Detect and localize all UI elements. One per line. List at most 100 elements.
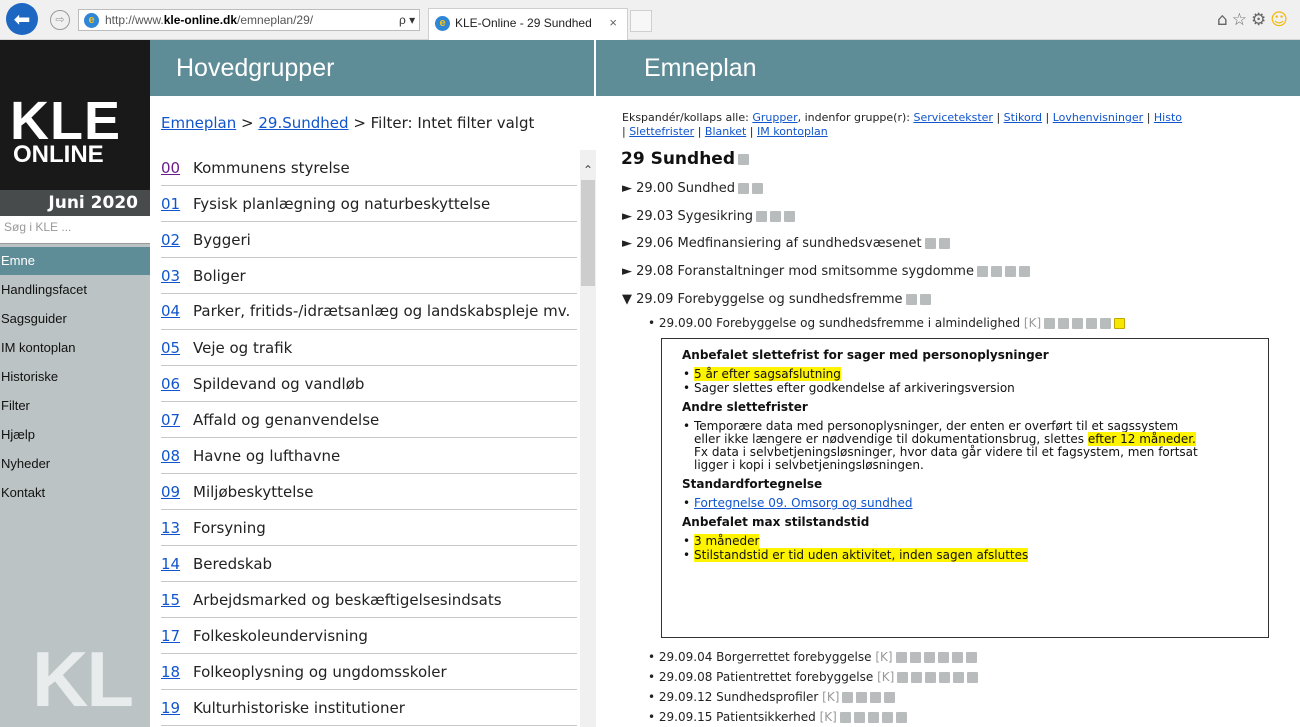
address-search-refresh-icons[interactable]: ρ ▾ ↻ — [399, 10, 419, 30]
sidebar-item-historiske[interactable]: Historiske — [0, 362, 150, 391]
note-icon[interactable] — [867, 712, 879, 723]
info-icon[interactable] — [738, 153, 749, 165]
clock-icon[interactable] — [919, 294, 931, 305]
expand-blanket-link[interactable]: Blanket — [705, 125, 746, 138]
subitem-29-09-00[interactable]: • 29.09.00 Forebyggelse og sundhedsfremm… — [648, 316, 1126, 330]
breadcrumb-emneplan-link[interactable]: Emneplan — [161, 114, 236, 132]
group-code-link[interactable]: 18 — [161, 663, 191, 681]
expand-slettefrister-link[interactable]: Slettefrister — [629, 125, 694, 138]
group-code-link[interactable]: 19 — [161, 699, 191, 717]
clock-icon[interactable] — [1018, 266, 1030, 277]
deletion-icon[interactable] — [967, 672, 979, 683]
deletion-icon[interactable] — [1114, 318, 1126, 329]
info-icon[interactable] — [1058, 318, 1070, 329]
note-icon[interactable] — [737, 183, 749, 194]
info-icon[interactable] — [909, 652, 921, 663]
tree-item-29-08[interactable]: ► 29.08 Foranstaltninger mod smitsomme s… — [622, 264, 1030, 279]
settings-icon[interactable]: ⚙ — [1251, 10, 1270, 30]
expand-histo-link[interactable]: Histo — [1154, 111, 1182, 124]
kle-online-logo[interactable]: KLE ONLINE — [0, 40, 150, 190]
deletion-icon[interactable] — [965, 652, 977, 663]
clock-icon[interactable] — [953, 672, 965, 683]
s-icon[interactable] — [895, 652, 907, 663]
note-icon[interactable] — [770, 211, 782, 222]
expand-im-kontoplan-link[interactable]: IM kontoplan — [757, 125, 828, 138]
note-icon[interactable] — [905, 294, 917, 305]
expand-grupper-link[interactable]: Grupper — [752, 111, 797, 124]
clock-icon[interactable] — [870, 692, 882, 703]
sidebar-item-im-kontoplan[interactable]: IM kontoplan — [0, 333, 150, 362]
clock-icon[interactable] — [951, 652, 963, 663]
s-icon[interactable] — [839, 712, 851, 723]
clock-icon[interactable] — [881, 712, 893, 723]
deletion-icon[interactable] — [884, 692, 896, 703]
group-code-link[interactable]: 09 — [161, 483, 191, 501]
subitem-29-09-04[interactable]: • 29.09.04 Borgerrettet forebyggelse [K] — [648, 650, 977, 664]
deletion-icon[interactable] — [895, 712, 907, 723]
back-button[interactable]: ⬅ — [6, 3, 38, 35]
info-icon[interactable] — [990, 266, 1002, 277]
sidebar-item-filter[interactable]: Filter — [0, 391, 150, 420]
feedback-icon[interactable]: ☺ — [1270, 10, 1292, 30]
expand-servicetekster-link[interactable]: Servicetekster — [914, 111, 993, 124]
expand-lovhenvisninger-link[interactable]: Lovhenvisninger — [1053, 111, 1143, 124]
group-code-link[interactable]: 06 — [161, 375, 191, 393]
grid-icon[interactable] — [923, 652, 935, 663]
sidebar-item-handlingsfacet[interactable]: Handlingsfacet — [0, 275, 150, 304]
note-icon[interactable] — [924, 238, 936, 249]
browser-tab[interactable]: e KLE-Online - 29 Sundhed × — [428, 8, 628, 40]
group-code-link[interactable]: 07 — [161, 411, 191, 429]
clock-icon[interactable] — [1100, 318, 1112, 329]
home-icon[interactable]: ⌂ — [1217, 10, 1232, 30]
tree-item-29-06[interactable]: ► 29.06 Medfinansiering af sundhedsvæsen… — [622, 236, 950, 251]
info-icon[interactable] — [853, 712, 865, 723]
group-code-link[interactable]: 15 — [161, 591, 191, 609]
group-code-link[interactable]: 01 — [161, 195, 191, 213]
favorites-icon[interactable]: ☆ — [1232, 10, 1251, 30]
s-icon[interactable] — [1044, 318, 1056, 329]
group-code-link[interactable]: 03 — [161, 267, 191, 285]
subitem-29-09-12[interactable]: • 29.09.12 Sundhedsprofiler [K] — [648, 690, 896, 704]
clock-icon[interactable] — [938, 238, 950, 249]
group-code-link[interactable]: 08 — [161, 447, 191, 465]
scroll-up-arrow-icon[interactable]: ⌃ — [580, 162, 596, 178]
note-icon[interactable] — [1004, 266, 1016, 277]
group-code-link[interactable]: 14 — [161, 555, 191, 573]
s-icon[interactable] — [756, 211, 768, 222]
clock-icon[interactable] — [751, 183, 763, 194]
sidebar-item-kontakt[interactable]: Kontakt — [0, 478, 150, 507]
expand-stikord-link[interactable]: Stikord — [1004, 111, 1042, 124]
group-code-link[interactable]: 17 — [161, 627, 191, 645]
breadcrumb-sundhed-link[interactable]: 29.Sundhed — [258, 114, 348, 132]
info-icon[interactable] — [911, 672, 923, 683]
note-icon[interactable] — [856, 692, 868, 703]
group-code-link[interactable]: 04 — [161, 303, 191, 320]
group-code-link[interactable]: 13 — [161, 519, 191, 537]
subitem-29-09-15[interactable]: • 29.09.15 Patientsikkerhed [K] — [648, 710, 907, 724]
group-code-link[interactable]: 00 — [161, 159, 191, 177]
clock-icon[interactable] — [784, 211, 796, 222]
forward-button[interactable]: ⇨ — [50, 10, 70, 30]
subitem-29-09-08[interactable]: • 29.09.08 Patientrettet forebyggelse [K… — [648, 670, 979, 684]
note-icon[interactable] — [939, 672, 951, 683]
address-bar[interactable]: e http://www.kle-online.dk/emneplan/29/ … — [78, 9, 420, 31]
tree-item-29-09[interactable]: ▼ 29.09 Forebyggelse og sundhedsfremme — [622, 292, 931, 307]
s-icon[interactable] — [976, 266, 988, 277]
s-icon[interactable] — [897, 672, 909, 683]
new-tab-button[interactable] — [630, 10, 652, 32]
tree-item-29-00[interactable]: ► 29.00 Sundhed — [622, 181, 763, 196]
note-icon[interactable] — [937, 652, 949, 663]
group-code-link[interactable]: 02 — [161, 231, 191, 249]
sidebar-item-sagsguider[interactable]: Sagsguider — [0, 304, 150, 333]
sidebar-item-hjaelp[interactable]: Hjælp — [0, 420, 150, 449]
tab-close-icon[interactable]: × — [609, 9, 617, 37]
sidebar-item-emne[interactable]: Emne — [0, 247, 150, 275]
kle-search-input[interactable]: Søg i KLE ... — [0, 216, 150, 244]
sidebar-item-nyheder[interactable]: Nyheder — [0, 449, 150, 478]
tree-item-29-03[interactable]: ► 29.03 Sygesikring — [622, 209, 796, 224]
scrollbar-thumb[interactable] — [581, 180, 595, 286]
info-icon[interactable] — [842, 692, 854, 703]
note-icon[interactable] — [1086, 318, 1098, 329]
group-code-link[interactable]: 05 — [161, 339, 191, 357]
grid-icon[interactable] — [1072, 318, 1084, 329]
